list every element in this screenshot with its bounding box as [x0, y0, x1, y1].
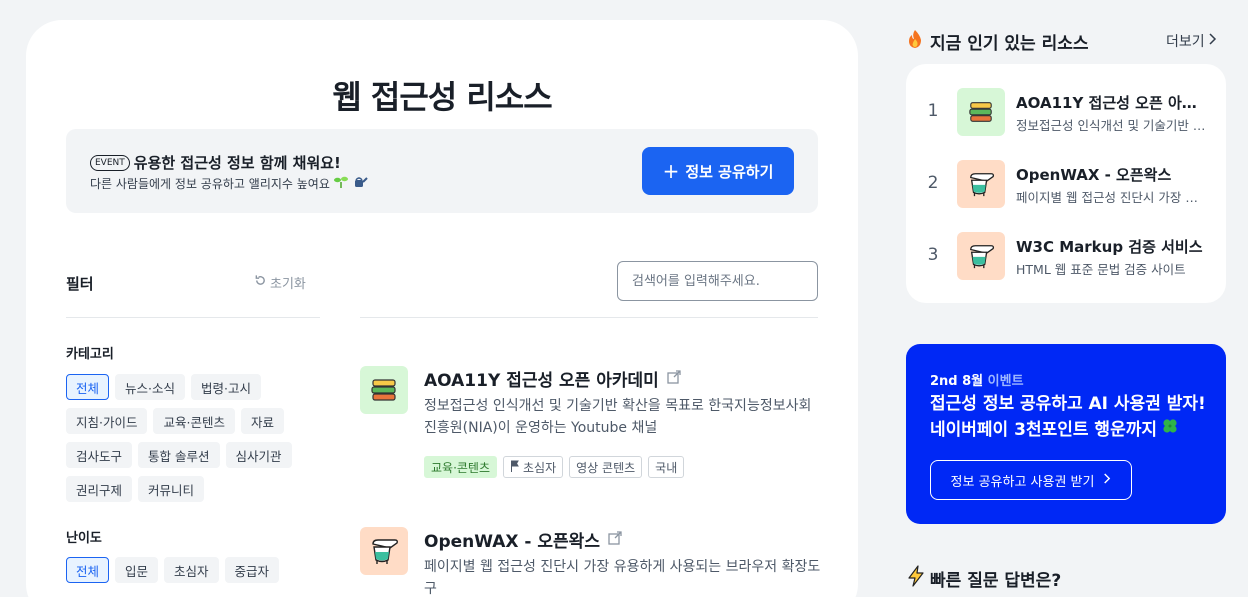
chevron-right-icon	[1207, 32, 1217, 50]
faq-title: 빠른 질문 답변은?	[930, 571, 1062, 591]
category-chip[interactable]: 전체	[66, 374, 110, 400]
difficulty-chip[interactable]: 초심자	[164, 557, 219, 583]
refresh-icon	[254, 274, 267, 291]
category-chip-group: 전체 뉴스·소식 법령·고시지침·가이드 교육·콘텐츠 자료검사도구 통합 솔루션 심사기관…	[66, 374, 326, 502]
category-chip[interactable]: 뉴스·소식	[115, 374, 185, 400]
books-icon	[957, 88, 1005, 136]
category-chip[interactable]: 심사기관	[225, 442, 292, 468]
tag-category: 교육·콘텐츠	[424, 456, 498, 478]
popular-item-desc: 페이지별 웹 접근성 진단시 가장 유용하게 사용되는	[1016, 190, 1206, 205]
external-link-icon	[608, 530, 622, 550]
event-subtext: 다른 사람들에게 정보 공유하고 앨리지수 높여요	[90, 175, 368, 192]
ai-event-headline-line2-wrap: 네이버페이 3천포인트 행운까지	[930, 417, 1220, 443]
resource-title[interactable]: AOA11Y 접근성 오픈 아카데미	[424, 366, 681, 391]
tag-region: 국내	[648, 456, 685, 478]
page-title: 웹 접근성 리소스	[332, 78, 552, 116]
popular-title: 지금 인기 있는 리소스	[930, 34, 1089, 54]
main-card: 웹 접근성 리소스 EVENT 유용한 접근성 정보 함께 채워요! 다른 사람…	[26, 20, 858, 597]
more-link[interactable]: 더보기	[1166, 31, 1217, 51]
popular-item-desc: 정보접근성 인식개선 및 기술기반 확산을 목표로	[1016, 118, 1206, 133]
share-info-button-label: 정보 공유하기	[685, 162, 774, 181]
more-label: 더보기	[1166, 34, 1205, 50]
divider	[360, 317, 818, 318]
ai-event-banner[interactable]: 2nd 8월 이벤트 접근성 정보 공유하고 AI 사용권 받자! 네이버페이 …	[906, 344, 1226, 524]
resource-card[interactable]: AOA11Y 접근성 오픈 아카데미 정보접근성 인식개선 및 기술기반 확산을…	[360, 366, 820, 486]
resource-description: 페이지별 웹 접근성 진단시 가장 유용하게 사용되는 브라우저 확장도구	[424, 559, 821, 597]
ai-event-headline-line1: 접근성 정보 공유하고 AI 사용권 받자!	[930, 394, 1206, 414]
ai-event-date-suffix: 이벤트	[987, 374, 1024, 389]
faq-heading: 빠른 질문 답변은?	[906, 565, 1061, 592]
event-headline-text: 유용한 접근성 정보 함께 채워요!	[133, 154, 341, 172]
popular-list: 1 AOA11Y 접근성 오픈 아카데미 정보접근성 인식개선 및 기술기반 확…	[906, 64, 1226, 303]
category-chip[interactable]: 자료	[240, 408, 284, 434]
ai-event-date: 2nd 8월 이벤트	[930, 370, 1024, 389]
category-label: 카테고리	[66, 347, 114, 362]
resource-title-text: OpenWAX - 오픈왁스	[424, 532, 600, 552]
ai-event-button-label: 정보 공유하고 사용권 받기	[950, 474, 1095, 490]
popular-heading: 지금 인기 있는 리소스	[906, 29, 1089, 54]
difficulty-chip[interactable]: 입문	[115, 557, 159, 583]
share-info-button[interactable]: + 정보 공유하기	[642, 147, 794, 195]
event-headline: EVENT 유용한 접근성 정보 함께 채워요!	[90, 152, 341, 173]
reset-label: 초기화	[270, 277, 306, 292]
category-chip[interactable]: 지침·가이드	[66, 408, 148, 434]
lightning-icon	[906, 565, 926, 592]
bucket-icon	[360, 527, 408, 575]
category-chip[interactable]: 검사도구	[66, 442, 133, 468]
tag-difficulty-text: 초심자	[523, 460, 557, 475]
category-chip[interactable]: 권리구제	[66, 476, 133, 502]
resource-description: 정보접근성 인식개선 및 기술기반 확산을 목표로 한국지능정보사회진흥원(NI…	[424, 398, 812, 436]
plus-icon: +	[662, 159, 680, 183]
sprout-icon	[333, 175, 349, 192]
watering-can-icon	[352, 175, 368, 192]
event-tag: EVENT	[90, 154, 130, 171]
fire-icon	[906, 29, 924, 54]
difficulty-chip-group: 전체 입문 초심자 중급자	[66, 557, 326, 583]
flag-icon	[510, 460, 520, 475]
ai-event-date-text: 2nd 8월	[930, 374, 984, 389]
tag-difficulty: 초심자	[503, 456, 564, 478]
tag-format: 영상 콘텐츠	[569, 456, 643, 478]
event-subtext-text: 다른 사람들에게 정보 공유하고 앨리지수 높여요	[90, 177, 330, 191]
bucket-icon	[957, 160, 1005, 208]
popular-rank: 1	[927, 101, 939, 121]
resource-card[interactable]: OpenWAX - 오픈왁스 페이지별 웹 접근성 진단시 가장 유용하게 사용…	[360, 527, 820, 597]
ai-event-headline-line2: 네이버페이 3천포인트 행운까지	[930, 419, 1157, 440]
resource-tags: 교육·콘텐츠 초심자 영상 콘텐츠 국내	[424, 456, 685, 478]
difficulty-chip[interactable]: 전체	[66, 557, 110, 583]
filter-heading: 필터	[66, 275, 94, 293]
books-icon	[360, 366, 408, 414]
popular-item[interactable]: 3 W3C Markup 검증 서비스 HTML 웹 표준 문법 검증 사이트	[926, 232, 1216, 280]
popular-item-title: AOA11Y 접근성 오픈 아카데미	[1016, 94, 1206, 112]
ai-event-headline: 접근성 정보 공유하고 AI 사용권 받자! 네이버페이 3천포인트 행운까지	[930, 392, 1220, 443]
chevron-right-icon	[1102, 472, 1111, 489]
reset-filter-button[interactable]: 초기화	[254, 273, 306, 292]
popular-rank: 2	[927, 173, 939, 193]
ai-event-button[interactable]: 정보 공유하고 사용권 받기	[930, 460, 1132, 500]
popular-item[interactable]: 1 AOA11Y 접근성 오픈 아카데미 정보접근성 인식개선 및 기술기반 확…	[926, 88, 1216, 136]
bucket-icon	[957, 232, 1005, 280]
external-link-icon	[667, 369, 681, 389]
event-banner: EVENT 유용한 접근성 정보 함께 채워요! 다른 사람들에게 정보 공유하…	[66, 129, 818, 213]
popular-item-title: W3C Markup 검증 서비스	[1016, 238, 1203, 256]
search-input[interactable]	[617, 261, 818, 301]
difficulty-chip[interactable]: 중급자	[224, 557, 280, 583]
popular-item-desc: HTML 웹 표준 문법 검증 사이트	[1016, 262, 1186, 277]
difficulty-label: 난이도	[66, 531, 102, 546]
divider	[66, 317, 320, 318]
popular-item-title: OpenWAX - 오픈왁스	[1016, 166, 1172, 184]
popular-rank: 3	[927, 245, 939, 265]
category-chip[interactable]: 통합 솔루션	[138, 442, 220, 468]
clover-icon	[1161, 417, 1179, 443]
popular-item[interactable]: 2 OpenWAX - 오픈왁스 페이지별 웹 접근성 진단시 가장 유용하게 …	[926, 160, 1216, 208]
category-chip[interactable]: 교육·콘텐츠	[153, 408, 235, 434]
resource-title[interactable]: OpenWAX - 오픈왁스	[424, 527, 622, 552]
category-chip[interactable]: 법령·고시	[191, 374, 261, 400]
resource-title-text: AOA11Y 접근성 오픈 아카데미	[424, 371, 659, 391]
category-chip[interactable]: 커뮤니티	[138, 476, 205, 502]
